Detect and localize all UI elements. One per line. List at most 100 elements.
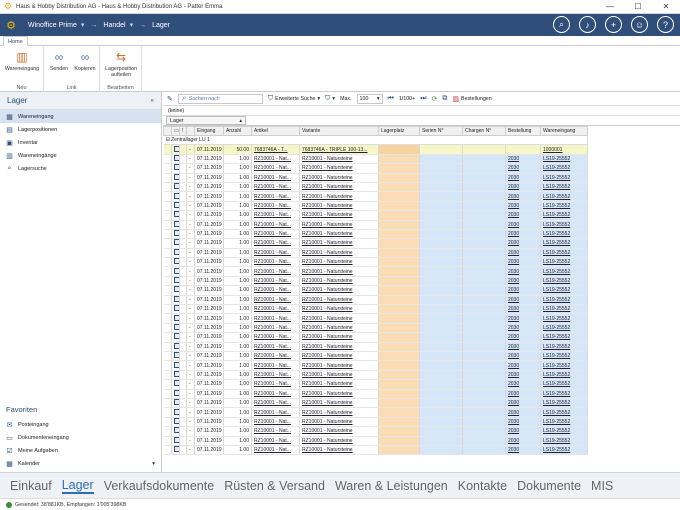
cell-variante[interactable]: RZ10001 - Natursteine	[299, 229, 379, 240]
cell-wareneingang[interactable]: LS19-25552	[540, 445, 588, 456]
cell-variante[interactable]: RZ10001 - Natursteine	[299, 248, 379, 259]
cell-artikel[interactable]: RZ10001 - Nat...	[251, 445, 300, 456]
cell-bestellung[interactable]: 2030	[505, 445, 541, 456]
cell-lagerplatz[interactable]	[378, 210, 420, 221]
cell-wareneingang[interactable]: LS19-25552	[540, 379, 588, 390]
cell-wareneingang[interactable]: LS19-25552	[540, 370, 588, 381]
cell-wareneingang[interactable]: LS19-25552	[540, 398, 588, 409]
cell-lagerplatz[interactable]	[378, 238, 420, 249]
cell-serien[interactable]	[419, 173, 463, 183]
cell-variante[interactable]: RZ10001 - Natursteine	[299, 351, 379, 362]
cell-chargen[interactable]	[462, 173, 506, 183]
bestellungen-button[interactable]: ▥ Bestellungen	[452, 95, 491, 103]
cell-wareneingang[interactable]: LS19-25552	[540, 360, 588, 371]
cell-variante[interactable]: RZ10001 - Natursteine	[299, 182, 379, 193]
column-header[interactable]: Chargen N°	[462, 126, 506, 136]
cell-artikel[interactable]: RZ10001 - Nat...	[251, 379, 300, 390]
cell-artikel[interactable]: RZ10001 - Nat...	[251, 182, 300, 193]
table-row[interactable]: -07.11.2019 1.00 RZ10001 - Nat... RZ10001 -…	[163, 417, 588, 428]
cell-serien[interactable]	[419, 342, 463, 353]
cell-artikel[interactable]: RZ10001 - Nat...	[251, 248, 300, 259]
table-row[interactable]: -07.11.2019 1.00 RZ10001 - Nat... RZ10001 -…	[163, 220, 588, 230]
cell-wareneingang[interactable]: LS19-25552	[540, 266, 588, 277]
cell-chargen[interactable]	[462, 389, 506, 399]
cell-chargen[interactable]	[462, 445, 506, 456]
cell-artikel[interactable]: RZ10001 - Nat...	[251, 201, 300, 212]
cell-wareneingang[interactable]: LS19-25552	[540, 323, 588, 334]
cell-serien[interactable]	[419, 323, 463, 334]
cell-artikel[interactable]: RZ10001 - Nat...	[251, 370, 300, 381]
cell-lagerplatz[interactable]	[378, 323, 420, 334]
favorite-dokumenteneingang[interactable]: ▭ Dokumenteneingang	[0, 431, 161, 444]
cell-serien[interactable]	[419, 154, 463, 165]
column-header[interactable]: Lagerplatz	[378, 126, 420, 136]
cell-bestellung[interactable]: 2030	[505, 163, 541, 174]
help-icon[interactable]: ?	[657, 16, 674, 33]
cell-variante[interactable]: RZ10001 - Natursteine	[299, 238, 379, 249]
sidebar-item-lagerpositionen[interactable]: ▤ Lagerpositionen	[0, 123, 161, 136]
cell-variante[interactable]: RZ10001 - Natursteine	[299, 370, 379, 381]
cell-wareneingang[interactable]: LS19-25552	[540, 191, 588, 202]
cell-wareneingang[interactable]: LS19-25552	[540, 342, 588, 353]
cell-serien[interactable]	[419, 238, 463, 249]
cell-lagerplatz[interactable]	[378, 257, 420, 268]
table-row[interactable]: -07.11.2019 1.00 RZ10001 - Nat... RZ10001 -…	[163, 191, 588, 202]
cell-wareneingang[interactable]: LS19-25552	[540, 257, 588, 268]
cell-wareneingang[interactable]: LS19-25552	[540, 304, 588, 315]
cell-artikel[interactable]: RZ10001 - Nat...	[251, 257, 300, 268]
table-row[interactable]: -07.11.2019 1.00 RZ10001 - Nat... RZ10001 -…	[163, 323, 588, 334]
cell-bestellung[interactable]: 2030	[505, 238, 541, 249]
cell-variante[interactable]: RZ10001 - Natursteine	[299, 191, 379, 202]
senden-button[interactable]: ∞ Senden	[48, 50, 70, 72]
cell-lagerplatz[interactable]	[378, 266, 420, 277]
cell-lagerplatz[interactable]	[378, 360, 420, 371]
table-row[interactable]: -07.11.2019 1.00 RZ10001 - Nat... RZ10001 -…	[163, 304, 588, 315]
cell-variante[interactable]: RZ10001 - Natursteine	[299, 154, 379, 165]
extended-search-button[interactable]: ⛉ Erweiterte Suche ▾	[268, 95, 320, 103]
cell-serien[interactable]	[419, 182, 463, 193]
module-lager[interactable]: Lager	[61, 478, 94, 494]
cell-bestellung[interactable]: 2030	[505, 417, 541, 428]
cell-variante[interactable]: RZ10001 - Natursteine	[299, 407, 379, 418]
column-header[interactable]: Anzahl	[223, 126, 252, 136]
cell-serien[interactable]	[419, 436, 463, 446]
table-row[interactable]: -07.11.2019 1.00 RZ10001 - Nat... RZ10001 -…	[163, 332, 588, 343]
filter-dropdown-button[interactable]: ⛉ ▾	[325, 95, 335, 103]
cell-artikel[interactable]: RZ10001 - Nat...	[251, 351, 300, 362]
cell-lagerplatz[interactable]	[378, 173, 420, 183]
cell-serien[interactable]	[419, 313, 463, 324]
cell-chargen[interactable]	[462, 257, 506, 268]
table-row[interactable]: -07.11.2019 1.00 RZ10001 - Nat... RZ10001 -…	[163, 238, 588, 249]
cell-bestellung[interactable]: 2030	[505, 370, 541, 381]
cell-variante[interactable]: RZ10001 - Natursteine	[299, 417, 379, 428]
cell-bestellung[interactable]: 2030	[505, 351, 541, 362]
cell-chargen[interactable]	[462, 323, 506, 334]
table-row[interactable]: -07.11.2019 1.00 RZ10001 - Nat... RZ10001 -…	[163, 173, 588, 183]
cell-lagerplatz[interactable]	[378, 248, 420, 259]
cell-serien[interactable]	[419, 379, 463, 390]
cell-serien[interactable]	[419, 445, 463, 456]
plus-icon[interactable]: +	[605, 16, 622, 33]
cell-bestellung[interactable]: 2030	[505, 295, 541, 306]
cell-serien[interactable]	[419, 144, 463, 155]
cell-lagerplatz[interactable]	[378, 398, 420, 409]
group-row[interactable]: ⊟ Zentrallager LU 1	[163, 135, 588, 146]
cell-artikel[interactable]: RZ10001 - Nat...	[251, 313, 300, 324]
cell-lagerplatz[interactable]	[378, 389, 420, 399]
cell-wareneingang[interactable]: LS19-25552	[540, 173, 588, 183]
table-row[interactable]: -07.11.2019 1.00 RZ10001 - Nat... RZ10001 -…	[163, 407, 588, 418]
cell-chargen[interactable]	[462, 248, 506, 259]
cell-chargen[interactable]	[462, 210, 506, 221]
cell-variante[interactable]: RZ10001 - Natursteine	[299, 220, 379, 230]
cell-lagerplatz[interactable]	[378, 436, 420, 446]
cell-bestellung[interactable]: 2030	[505, 266, 541, 277]
cell-chargen[interactable]	[462, 144, 506, 155]
module-waren-leistungen[interactable]: Waren & Leistungen	[335, 479, 448, 493]
cell-chargen[interactable]	[462, 182, 506, 193]
cell-chargen[interactable]	[462, 238, 506, 249]
user-icon[interactable]: ☺	[631, 16, 648, 33]
sidebar-item-inventar[interactable]: ▣ Inventar	[0, 136, 161, 149]
cell-variante[interactable]: RZ10001 - Natursteine	[299, 210, 379, 221]
cell-serien[interactable]	[419, 417, 463, 428]
cell-serien[interactable]	[419, 295, 463, 306]
